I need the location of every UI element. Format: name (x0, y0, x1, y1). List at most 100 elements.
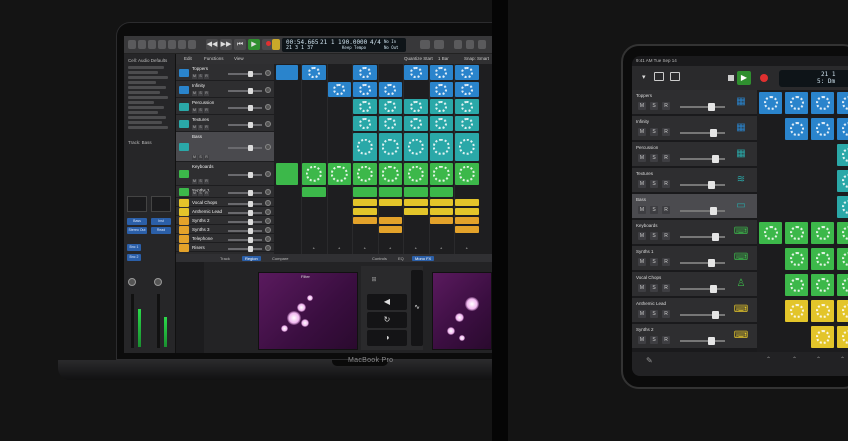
pan-knob[interactable] (265, 208, 271, 215)
ipad-mute-button[interactable]: M (638, 154, 646, 162)
track-header-toppers[interactable]: Toppers M S R (176, 64, 274, 81)
volume-slider-handle[interactable] (248, 200, 253, 207)
volume-slider-handle[interactable] (248, 121, 253, 128)
ipad-solo-button[interactable]: S (650, 232, 658, 240)
track-header-synths-1[interactable]: Synths 1MSR (176, 186, 274, 198)
ipad-track-anthemic-lead[interactable]: Anthemic Lead M S R ⌨ (632, 298, 757, 323)
ipad-loop-cell[interactable] (837, 274, 848, 296)
lcd-display[interactable]: 00:54.665 21 3 1 37 21 1 1 90.0000 Keep … (282, 38, 406, 52)
mute-solo-buttons[interactable]: MSR (192, 74, 210, 79)
functions-menu[interactable]: Functions (204, 56, 224, 61)
ipad-loop-cell[interactable] (837, 326, 848, 348)
view-icon[interactable] (670, 72, 680, 81)
pan-knob[interactable] (265, 217, 271, 224)
ipad-mute-button[interactable]: M (638, 128, 646, 136)
loop-cell[interactable] (404, 208, 428, 215)
pan-knob[interactable] (128, 278, 136, 286)
loop-cell[interactable] (353, 163, 377, 185)
ipad-volume-handle[interactable] (708, 259, 715, 267)
ipad-record-button[interactable]: R (662, 102, 670, 110)
pan-knob[interactable] (265, 235, 271, 242)
ipad-loop-cell[interactable] (837, 248, 848, 270)
channel-fader[interactable] (131, 294, 134, 348)
loop-cell[interactable] (455, 226, 479, 233)
ipad-track-synths-1[interactable]: Synths 1 M S R ⌨ (632, 246, 757, 271)
loop-cell[interactable] (378, 217, 402, 224)
inspector-button-inst[interactable]: Inst (151, 218, 171, 225)
pan-knob[interactable] (265, 171, 271, 177)
ipad-track-vocal-chops[interactable]: Vocal Chops M S R ♙ (632, 272, 757, 297)
quantize-value[interactable]: 1 Bar (438, 56, 449, 61)
loop-cell[interactable] (429, 133, 453, 161)
loop-cell[interactable] (455, 217, 479, 224)
record-arm-button[interactable]: R (204, 108, 209, 113)
loop-cell[interactable] (404, 116, 428, 131)
to-start-button[interactable]: ⏮ (234, 39, 246, 50)
solo-button[interactable]: S (198, 155, 203, 160)
loop-cell[interactable] (429, 82, 453, 97)
ipad-loop-cell[interactable] (811, 248, 834, 270)
notes-button[interactable] (454, 40, 462, 49)
loop-cell[interactable] (276, 163, 298, 185)
ipad-loop-cell[interactable] (811, 300, 834, 322)
ipad-track-toppers[interactable]: Toppers M S R ▦ (632, 90, 757, 115)
ipad-loop-cell[interactable] (785, 118, 808, 140)
pan-knob[interactable] (265, 103, 271, 110)
pan-knob[interactable] (265, 86, 271, 93)
loop-cell[interactable] (378, 116, 402, 131)
rewind-button[interactable]: ◀◀ (206, 39, 218, 50)
tab-controls[interactable]: Controls (372, 256, 387, 261)
record-arm-button[interactable]: R (204, 91, 209, 96)
ipad-volume-handle[interactable] (710, 129, 717, 137)
ipad-loop-cell[interactable] (837, 92, 848, 114)
loop-cell[interactable] (302, 163, 326, 185)
ipad-solo-button[interactable]: S (650, 336, 658, 344)
volume-slider[interactable] (228, 70, 262, 77)
ipad-mute-button[interactable]: M (638, 336, 646, 344)
track-header-vocal-chops[interactable]: Vocal Chops (176, 198, 274, 207)
ipad-volume-handle[interactable] (708, 103, 715, 111)
loops-button[interactable] (466, 40, 474, 49)
waveform-selector[interactable]: ∿ (411, 270, 423, 346)
repeat-fx-button[interactable]: ↻ (367, 312, 407, 328)
snap-menu[interactable]: Snap: Smart (464, 56, 489, 61)
volume-slider-handle[interactable] (248, 87, 253, 94)
volume-slider-handle[interactable] (248, 209, 253, 216)
eq-thumbnail[interactable] (127, 196, 147, 212)
ipad-solo-button[interactable]: S (650, 102, 658, 110)
tuner-button[interactable] (420, 40, 430, 49)
count-in-button[interactable] (434, 40, 444, 49)
ipad-mute-button[interactable]: M (638, 180, 646, 188)
ipad-loop-cell[interactable] (837, 196, 848, 218)
ipad-track-bass[interactable]: Bass M S R ▭ (632, 194, 757, 219)
mute-button[interactable]: M (192, 191, 197, 196)
ipad-solo-button[interactable]: S (650, 310, 658, 318)
ipad-loop-cell[interactable] (785, 248, 808, 270)
mute-button[interactable]: M (192, 155, 197, 160)
ipad-volume-handle[interactable] (708, 181, 715, 189)
loop-cell[interactable] (353, 133, 377, 161)
reverse-fx-button[interactable]: ◑ (367, 330, 407, 346)
ipad-record-button[interactable]: R (662, 310, 670, 318)
volume-slider[interactable] (228, 121, 262, 128)
repeater-xy-pad[interactable] (432, 272, 492, 350)
loop-cell[interactable] (353, 217, 377, 224)
volume-slider[interactable] (228, 104, 262, 111)
browsers-button[interactable] (478, 40, 486, 49)
loop-cell[interactable] (378, 226, 402, 233)
loop-cell[interactable] (455, 208, 479, 215)
loop-cell[interactable] (378, 133, 402, 161)
ipad-volume-handle[interactable] (710, 207, 717, 215)
ipad-loop-cell[interactable] (759, 222, 782, 244)
pan-knob[interactable] (265, 226, 271, 233)
ipad-volume-slider[interactable] (680, 129, 725, 137)
scene-trigger-icon[interactable]: ⌃ (840, 356, 845, 363)
scene-trigger-icon[interactable]: ⌃ (792, 356, 797, 363)
ipad-loop-cell[interactable] (811, 326, 834, 348)
record-arm-button[interactable]: R (204, 155, 209, 160)
ipad-loop-cell[interactable] (759, 92, 782, 114)
loop-cell[interactable] (378, 187, 402, 197)
loop-cell[interactable] (455, 65, 479, 80)
forward-button[interactable]: ▶▶ (220, 39, 232, 50)
quantize-start-menu[interactable]: Quantize Start (404, 56, 433, 61)
